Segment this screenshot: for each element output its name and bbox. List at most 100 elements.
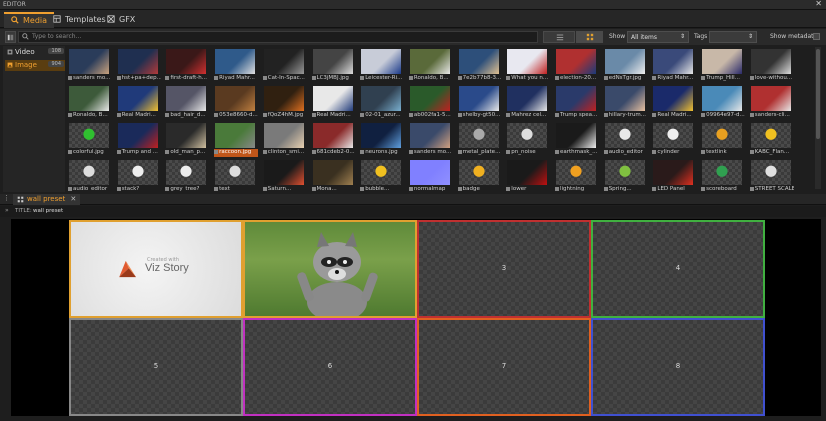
- media-thumbnail[interactable]: text: [212, 158, 258, 191]
- media-thumbnail[interactable]: Trump_Hill...: [699, 47, 745, 83]
- media-thumbnail[interactable]: sanders-cli...: [748, 84, 794, 120]
- thumbnail-caption: Mona...: [311, 186, 356, 191]
- media-thumbnail[interactable]: normalmap: [407, 158, 453, 191]
- media-thumbnail[interactable]: Leicester-Ri...: [358, 47, 404, 83]
- media-thumbnail[interactable]: Real Madri...: [310, 84, 356, 120]
- thumbnail-caption-text: colorful.jpg: [73, 149, 104, 155]
- list-view-button[interactable]: [543, 31, 575, 43]
- sidebar-item-image[interactable]: Image 904: [5, 60, 65, 71]
- media-thumbnail[interactable]: 681cdeb2-0...: [310, 121, 356, 157]
- thumbnail-preview: [653, 49, 694, 74]
- media-thumbnail[interactable]: LC3jMBJ.jpg: [310, 47, 356, 83]
- media-thumbnail[interactable]: raccoon.jpg: [212, 121, 259, 157]
- media-thumbnail[interactable]: sanders mo...: [407, 121, 453, 157]
- wall-cell[interactable]: 5: [69, 318, 243, 416]
- media-thumbnail[interactable]: Riyad Mahr...: [212, 47, 258, 83]
- close-tab-icon[interactable]: ✕: [70, 195, 76, 204]
- chevron-right-icon[interactable]: »: [5, 207, 9, 214]
- media-thumbnail[interactable]: stack?: [115, 158, 161, 191]
- media-thumbnail[interactable]: pn_noise: [504, 121, 550, 157]
- media-thumbnail[interactable]: audio_editor: [66, 158, 112, 191]
- media-thumbnail[interactable]: grey_tree?: [163, 158, 209, 191]
- media-thumbnail[interactable]: Trump and ...: [115, 121, 161, 157]
- media-thumbnail[interactable]: hillary-trum...: [602, 84, 648, 120]
- media-thumbnail[interactable]: neurons.jpg: [358, 121, 404, 157]
- grid-view-button[interactable]: [576, 31, 603, 43]
- media-thumbnail[interactable]: clinton_smi...: [261, 121, 307, 157]
- media-thumbnail[interactable]: bad_hair_d...: [163, 84, 209, 120]
- media-thumbnail[interactable]: ab002fa1-5...: [407, 84, 453, 120]
- wall-cell[interactable]: 4: [591, 220, 765, 318]
- media-thumbnail[interactable]: colorful.jpg: [66, 121, 112, 157]
- thumbnail-preview: [653, 160, 694, 185]
- media-thumbnail[interactable]: cylinder: [650, 121, 696, 157]
- image-type-icon: [360, 150, 365, 154]
- sidebar-item-video[interactable]: Video 108: [5, 47, 65, 58]
- media-thumbnail[interactable]: Cat-In-Spac...: [261, 47, 307, 83]
- tab-gfx[interactable]: GFX: [100, 12, 142, 28]
- image-type-icon: [214, 150, 219, 154]
- wall-cell[interactable]: 7: [417, 318, 591, 416]
- thumbnail-image: [604, 160, 645, 185]
- media-thumbnail[interactable]: edNsTgr.jpg: [602, 47, 648, 83]
- show-select[interactable]: All items ⇕: [627, 31, 689, 43]
- media-thumbnail[interactable]: old_man_p...: [163, 121, 209, 157]
- show-metadata-checkbox[interactable]: [813, 33, 820, 40]
- wall-cell[interactable]: 6: [243, 318, 417, 416]
- media-thumbnail[interactable]: scoreboard: [699, 158, 745, 191]
- media-thumbnail[interactable]: Spring...: [602, 158, 648, 191]
- media-thumbnail[interactable]: Saturn...: [261, 158, 307, 191]
- media-thumbnail[interactable]: 09964e97-d...: [699, 84, 745, 120]
- media-thumbnail[interactable]: LED Panel: [650, 158, 696, 191]
- media-thumbnail[interactable]: Ronaldo, B...: [66, 84, 112, 120]
- media-thumbnail[interactable]: Mahrez cel...: [504, 84, 550, 120]
- media-thumbnail[interactable]: lower: [504, 158, 550, 191]
- media-thumbnail[interactable]: hst+pa+dep...: [115, 47, 161, 83]
- sidebar-toggle-button[interactable]: [5, 31, 16, 43]
- media-thumbnail[interactable]: Trump spea...: [553, 84, 599, 120]
- media-thumbnail[interactable]: first-draft-h...: [163, 47, 209, 83]
- media-thumbnail[interactable]: 02-01_azur...: [358, 84, 404, 120]
- media-thumbnail[interactable]: Riyad Mahr...: [650, 47, 696, 83]
- media-thumbnail[interactable]: Real Madri...: [115, 84, 161, 120]
- thumbnail-caption-text: bubble...: [365, 186, 390, 191]
- wall-cell[interactable]: Created with Viz Story: [69, 220, 243, 318]
- media-thumbnail[interactable]: bubble...: [358, 158, 404, 191]
- wall-cell-number: 3: [501, 264, 507, 273]
- media-thumbnail[interactable]: metal_plate...: [456, 121, 502, 157]
- wall-cell[interactable]: [243, 220, 417, 318]
- title-value[interactable]: wall preset: [33, 208, 63, 214]
- scrollbar-thumb[interactable]: [816, 49, 820, 139]
- media-thumbnail[interactable]: What you n...: [504, 47, 550, 83]
- media-thumbnail[interactable]: textlink: [699, 121, 745, 157]
- media-thumbnail[interactable]: earthmask_...: [553, 121, 599, 157]
- media-thumbnail[interactable]: Real Madri...: [650, 84, 696, 120]
- media-thumbnail[interactable]: STREET SCALE: [748, 158, 794, 191]
- panel-menu-icon[interactable]: ⋮: [3, 194, 10, 202]
- thumbnail-caption-text: ab002fa1-5...: [413, 112, 451, 118]
- tags-select[interactable]: ⇕: [709, 31, 757, 43]
- media-thumbnail[interactable]: sanders mo...: [66, 47, 112, 83]
- search-field[interactable]: Type to search...: [18, 31, 538, 43]
- thumbnail-caption-text: cylinder: [657, 149, 680, 155]
- media-thumbnail[interactable]: lightning: [553, 158, 599, 191]
- media-thumbnail[interactable]: 7e2b77b8-3...: [456, 47, 502, 83]
- media-thumbnail[interactable]: Mona...: [310, 158, 356, 191]
- thumbnail-preview: [263, 160, 304, 185]
- media-thumbnail[interactable]: Ronaldo, B...: [407, 47, 453, 83]
- media-thumbnail[interactable]: shelby-gt50...: [456, 84, 502, 120]
- thumbnail-caption-text: Cat-In-Spac...: [267, 75, 305, 81]
- media-thumbnail[interactable]: election-20...: [553, 47, 599, 83]
- close-icon[interactable]: ✕: [815, 0, 822, 8]
- media-thumbnail[interactable]: audio_editor: [602, 121, 648, 157]
- media-thumbnail[interactable]: love-withou...: [748, 47, 794, 83]
- image-type-icon: [214, 76, 219, 80]
- media-thumbnail[interactable]: KABC_Flan...: [748, 121, 794, 157]
- media-thumbnail[interactable]: badge: [456, 158, 502, 191]
- tab-wall-preset[interactable]: wall preset ✕: [13, 194, 81, 205]
- media-scrollbar[interactable]: [815, 47, 821, 189]
- media-thumbnail[interactable]: 053e8660-d...: [212, 84, 258, 120]
- wall-cell[interactable]: 3: [417, 220, 591, 318]
- media-thumbnail[interactable]: fQoZ4hM.jpg: [261, 84, 307, 120]
- wall-cell[interactable]: 8: [591, 318, 765, 416]
